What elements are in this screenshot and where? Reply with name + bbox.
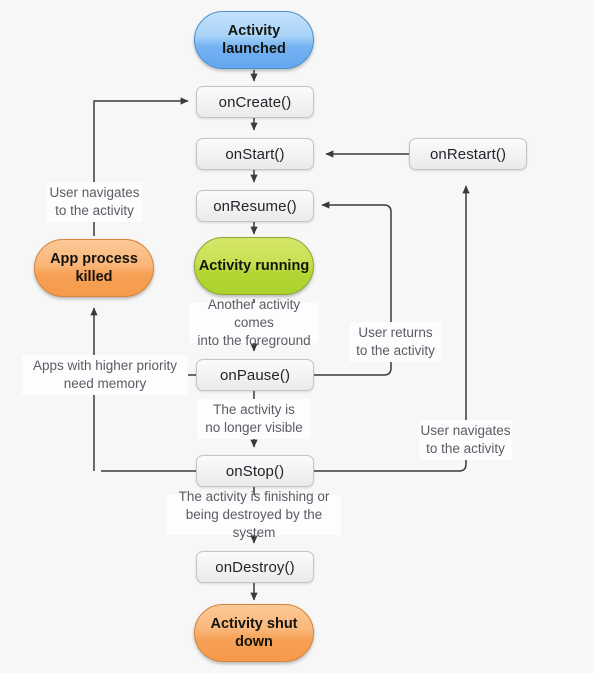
node-onstop: onStop() [196,455,314,487]
edge-label-user-returns: User returns to the activity [349,322,442,362]
edge-label-user-navigates-right: User navigates to the activity [419,420,512,460]
state-activity-launched: Activity launched [194,11,314,69]
node-oncreate: onCreate() [196,86,314,118]
node-ondestroy: onDestroy() [196,551,314,583]
edge-label-another-activity-foreground: Another activity comes into the foregrou… [189,297,319,348]
activity-lifecycle-diagram: User navigates to the activity Apps with… [0,0,594,673]
node-onrestart: onRestart() [409,138,527,170]
node-onstart: onStart() [196,138,314,170]
state-activity-shut-down: Activity shut down [194,604,314,662]
node-onpause: onPause() [196,359,314,391]
edge-label-user-navigates-left: User navigates to the activity [47,182,142,222]
state-activity-running: Activity running [194,237,314,295]
state-app-process-killed: App process killed [34,239,154,297]
edge-label-no-longer-visible: The activity is no longer visible [197,399,311,439]
edge-label-finishing-or-destroyed: The activity is finishing or being destr… [167,489,341,540]
edge-label-apps-higher-priority: Apps with higher priority need memory [22,355,188,395]
node-onresume: onResume() [196,190,314,222]
